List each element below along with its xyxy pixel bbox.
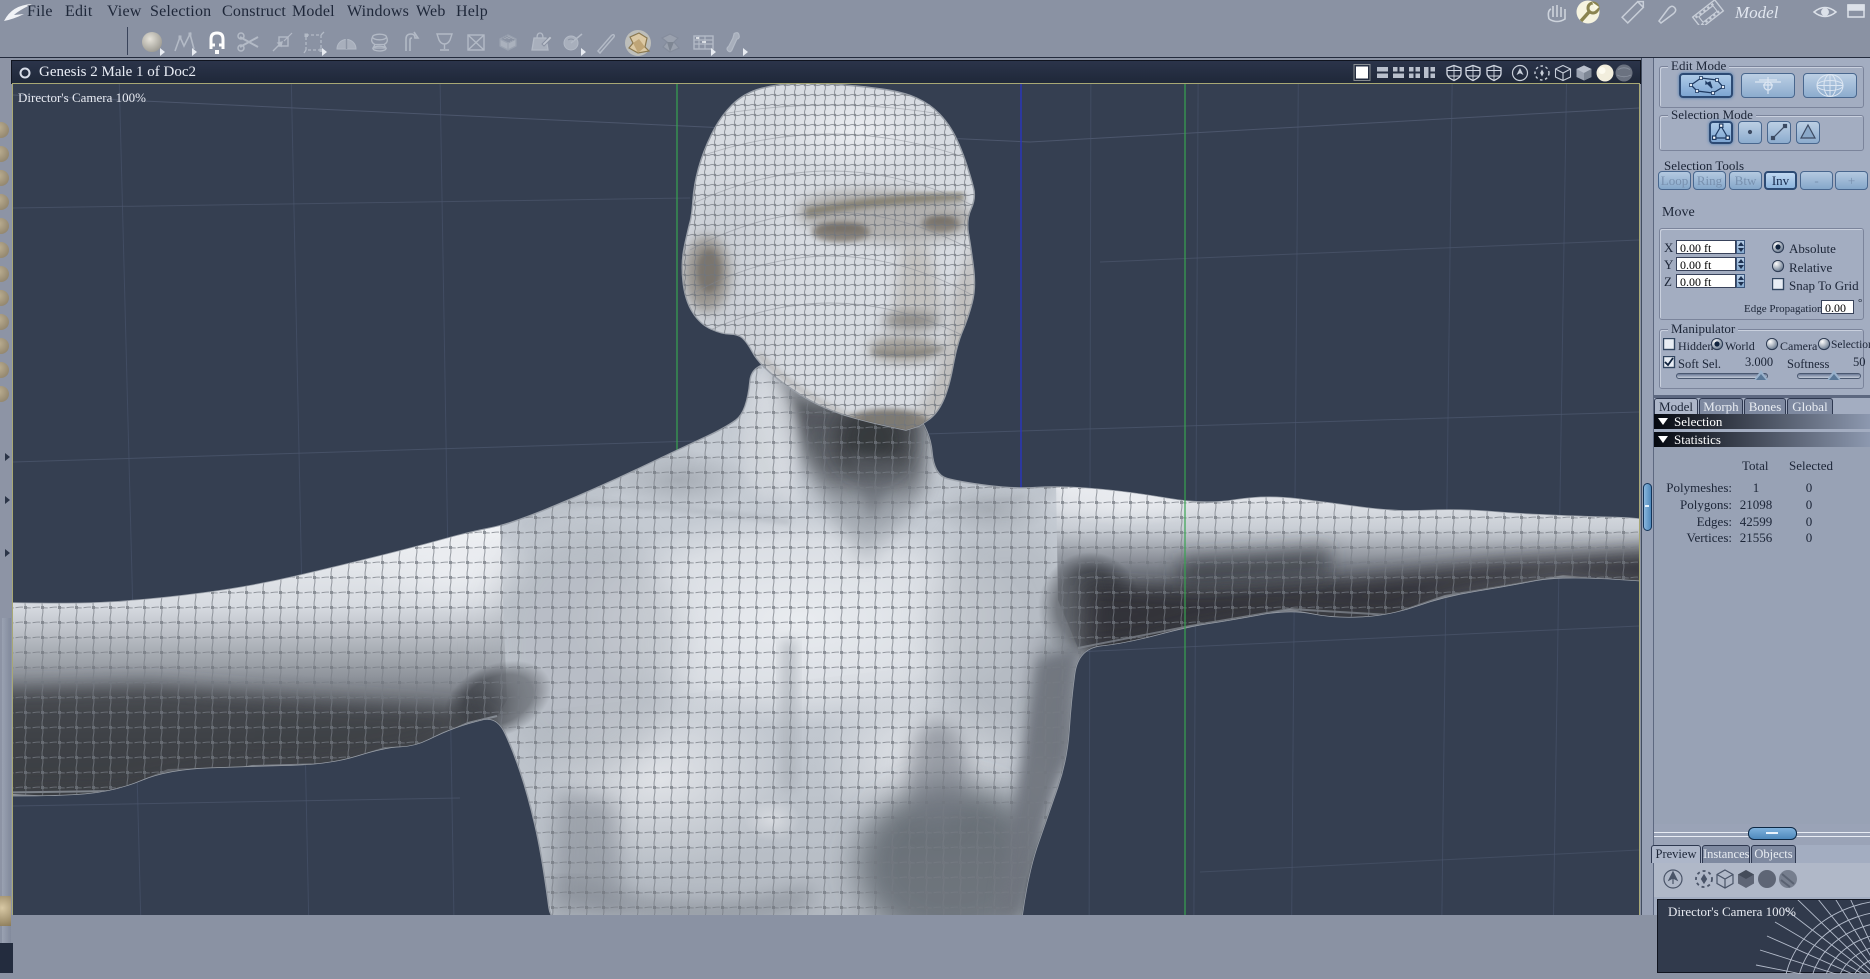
svg-text:Director's Camera 100%: Director's Camera 100% [1668, 904, 1796, 919]
svg-text:Model: Model [1734, 3, 1779, 22]
svg-text:Director's Camera 100%: Director's Camera 100% [18, 90, 146, 105]
